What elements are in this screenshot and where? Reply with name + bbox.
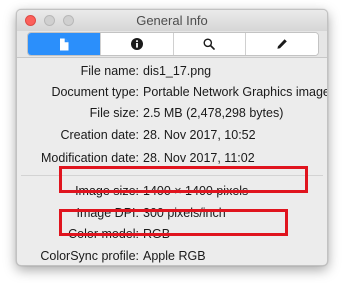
creation-date-label: Creation date: [60, 128, 139, 142]
modification-date-label: Modification date: [41, 151, 139, 165]
row-colorsync-profile: ColorSync profile: Apple RGB [17, 247, 327, 265]
tab-edit[interactable] [245, 33, 318, 55]
file-size-label: File size: [89, 106, 139, 120]
document-type-value: Portable Network Graphics image [143, 85, 328, 99]
info-icon [130, 38, 143, 50]
row-file-name: File name: dis1_17.png [17, 62, 327, 82]
modification-date-value: 28. Nov 2017, 11:02 [143, 151, 255, 165]
tab-general[interactable] [28, 33, 100, 55]
title-bar[interactable]: General Info [17, 10, 327, 31]
tab-info[interactable] [99, 33, 173, 55]
document-type-label: Document type: [51, 85, 139, 99]
file-name-label: File name: [80, 64, 139, 78]
inspector-tabs [27, 32, 319, 56]
row-creation-date: Creation date: 28. Nov 2017, 10:52 [17, 126, 327, 146]
colorsync-profile-value: Apple RGB [143, 249, 206, 263]
window-title: General Info [136, 13, 208, 28]
file-size-value: 2.5 MB (2,478,298 bytes) [143, 106, 284, 120]
pencil-icon [277, 39, 287, 49]
row-document-type: Document type: Portable Network Graphics… [17, 83, 327, 103]
image-size-highlight-box [59, 166, 308, 193]
search-icon [203, 38, 216, 50]
tab-search[interactable] [172, 33, 246, 55]
creation-date-value: 28. Nov 2017, 10:52 [143, 128, 256, 142]
row-file-size: File size: 2.5 MB (2,478,298 bytes) [17, 104, 327, 124]
colorsync-profile-label: ColorSync profile: [40, 249, 139, 263]
color-model-highlight-box [59, 209, 288, 236]
toolbar [17, 31, 327, 58]
document-icon [59, 38, 69, 50]
file-name-value: dis1_17.png [143, 64, 212, 78]
